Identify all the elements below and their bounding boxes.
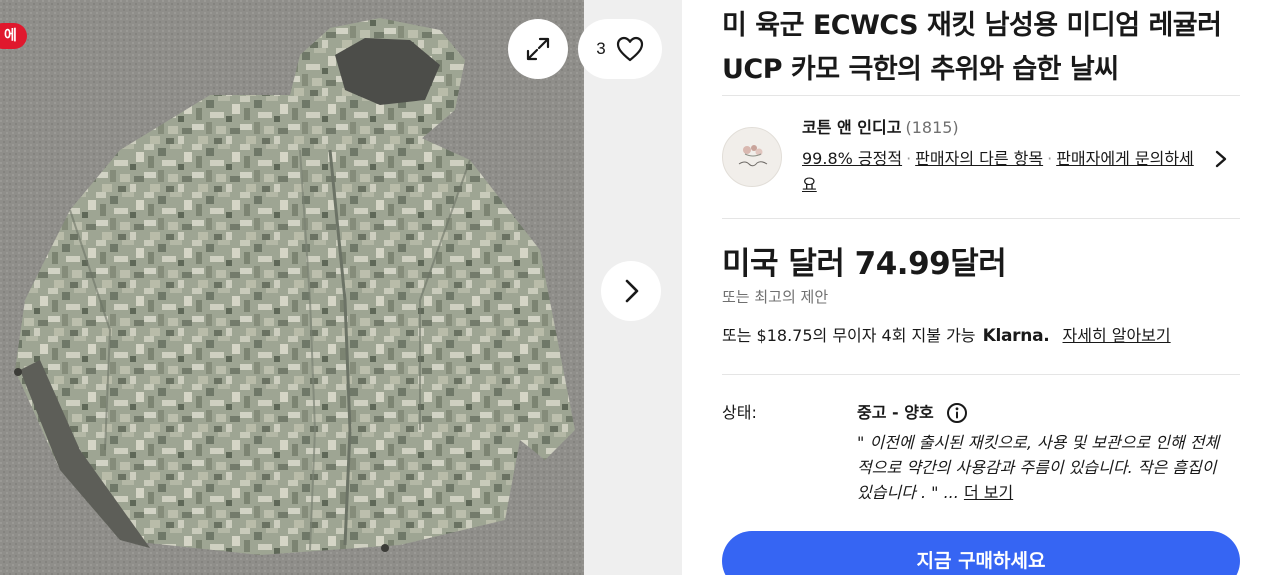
- promo-badge: 에: [0, 23, 27, 49]
- seller-name-link[interactable]: 코튼 앤 인디고: [802, 118, 901, 137]
- jacket-image: [0, 0, 584, 575]
- seller-chevron-right-icon[interactable]: [1210, 146, 1232, 172]
- installment-info: 또는 $18.75의 무이자 4회 지불 가능 Klarna. 자세히 알아보기: [722, 323, 1171, 349]
- condition-description: " 이전에 출시된 재킷으로, 사용 및 보관으로 인해 전체적으로 약간의 사…: [857, 430, 1232, 505]
- buy-now-button[interactable]: 지금 구매하세요: [722, 531, 1240, 575]
- divider: [722, 95, 1240, 96]
- installment-text: 또는 $18.75의 무이자 4회 지불 가능: [722, 326, 976, 345]
- seller-name[interactable]: 코튼 앤 인디고 (1815): [802, 117, 959, 139]
- expand-icon: [526, 37, 550, 61]
- heart-icon: [616, 36, 643, 62]
- price: 미국 달러 74.99달러: [722, 246, 1007, 282]
- condition-description-text: " 이전에 출시된 재킷으로, 사용 및 보관으로 인해 전체적으로 약간의 사…: [857, 433, 1220, 502]
- product-photo[interactable]: 에: [0, 0, 584, 575]
- see-more-link[interactable]: 더 보기: [964, 483, 1013, 502]
- seller-other-items-link[interactable]: 판매자의 다른 항목: [915, 149, 1043, 168]
- listing-title: 미 육군 ECWCS 재킷 남성용 미디엄 레귤러 UCP 카모 극한의 추위와…: [722, 10, 1222, 85]
- separator-dot: ·: [1047, 149, 1053, 168]
- condition-text: 중고 - 양호: [857, 403, 934, 422]
- chevron-right-icon: [625, 279, 639, 303]
- positive-feedback-link[interactable]: 99.8% 긍정적: [802, 149, 902, 168]
- best-offer-text: 또는 최고의 제안: [722, 288, 829, 306]
- learn-more-link[interactable]: 자세히 알아보기: [1063, 326, 1171, 345]
- seller-feedback-count: (1815): [905, 118, 959, 137]
- expand-image-button[interactable]: [508, 19, 568, 79]
- condition-label: 상태:: [722, 403, 757, 422]
- seller-logo-image: [738, 145, 768, 167]
- favorite-button[interactable]: 3: [578, 19, 662, 79]
- next-image-button[interactable]: [601, 261, 661, 321]
- divider: [722, 374, 1240, 375]
- separator-dot: ·: [906, 149, 912, 168]
- info-icon[interactable]: [946, 402, 968, 424]
- klarna-logo: Klarna.: [982, 326, 1050, 346]
- divider: [722, 218, 1240, 219]
- favorite-count: 3: [596, 39, 606, 58]
- seller-avatar[interactable]: [722, 127, 782, 187]
- image-gallery: 에 3: [0, 0, 682, 575]
- seller-links: 99.8% 긍정적 · 판매자의 다른 항목 · 판매자에게 문의하세요: [802, 146, 1202, 198]
- condition-value: 중고 - 양호: [857, 401, 968, 425]
